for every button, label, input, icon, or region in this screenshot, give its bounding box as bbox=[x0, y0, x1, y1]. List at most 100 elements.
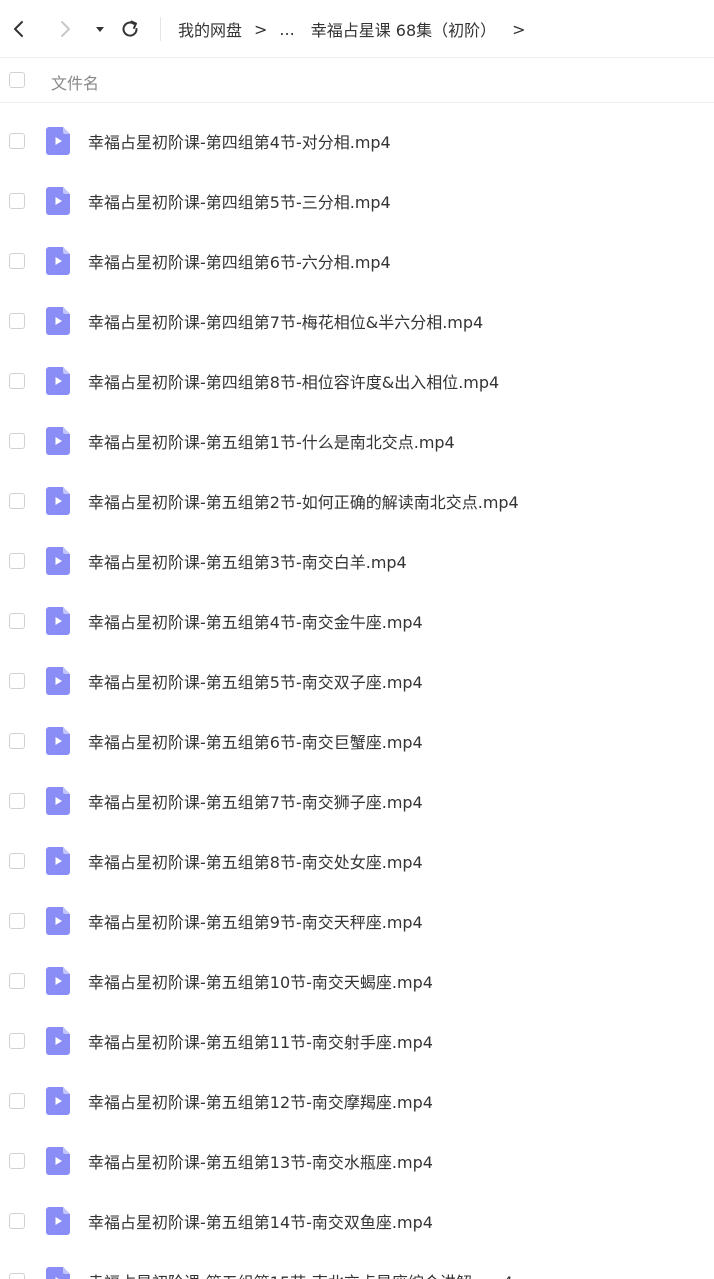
file-row-checkbox[interactable] bbox=[9, 853, 25, 869]
file-row[interactable]: 幸福占星初阶课-第四组第3节-合相.mp4 bbox=[0, 103, 714, 111]
file-row[interactable]: 幸福占星初阶课-第五组第8节-南交处女座.mp4 bbox=[0, 831, 714, 891]
file-name: 幸福占星初阶课-第五组第2节-如何正确的解读南北交点.mp4 bbox=[88, 493, 519, 512]
file-row-checkbox[interactable] bbox=[9, 673, 25, 689]
file-row[interactable]: 幸福占星初阶课-第五组第9节-南交天秤座.mp4 bbox=[0, 891, 714, 951]
chevron-right-icon bbox=[61, 21, 70, 37]
file-name: 幸福占星初阶课-第五组第15节-南北交点星座综合讲解.mp4 bbox=[88, 1269, 513, 1279]
video-file-icon bbox=[46, 1147, 70, 1175]
video-file-icon bbox=[46, 967, 70, 995]
file-name: 幸福占星初阶课-第四组第8节-相位容许度&出入相位.mp4 bbox=[88, 373, 500, 392]
file-row[interactable]: 幸福占星初阶课-第五组第1节-什么是南北交点.mp4 bbox=[0, 411, 714, 471]
breadcrumb: 我的网盘 > ... 幸福占星课 68集（初阶） > bbox=[178, 0, 526, 58]
file-row-checkbox[interactable] bbox=[9, 913, 25, 929]
video-file-icon bbox=[46, 487, 70, 515]
file-row-checkbox[interactable] bbox=[9, 433, 25, 449]
file-name: 幸福占星初阶课-第五组第6节-南交巨蟹座.mp4 bbox=[88, 733, 423, 752]
file-row[interactable]: 幸福占星初阶课-第四组第7节-梅花相位&半六分相.mp4 bbox=[0, 291, 714, 351]
file-row[interactable]: 幸福占星初阶课-第五组第2节-如何正确的解读南北交点.mp4 bbox=[0, 471, 714, 531]
file-name: 幸福占星初阶课-第五组第4节-南交金牛座.mp4 bbox=[88, 613, 423, 632]
file-row-checkbox[interactable] bbox=[9, 733, 25, 749]
file-name: 幸福占星初阶课-第四组第7节-梅花相位&半六分相.mp4 bbox=[88, 313, 484, 332]
file-row[interactable]: 幸福占星初阶课-第五组第10节-南交天蝎座.mp4 bbox=[0, 951, 714, 1011]
breadcrumb-current-folder[interactable]: 幸福占星课 68集（初阶） bbox=[311, 17, 496, 41]
refresh-button[interactable] bbox=[114, 13, 146, 45]
video-file-icon bbox=[46, 307, 70, 335]
select-all-checkbox[interactable] bbox=[9, 72, 25, 88]
file-name: 幸福占星初阶课-第五组第7节-南交狮子座.mp4 bbox=[88, 793, 423, 812]
caret-down-icon bbox=[96, 27, 104, 32]
refresh-icon bbox=[122, 20, 138, 37]
video-file-icon bbox=[46, 1207, 70, 1235]
breadcrumb-root[interactable]: 我的网盘 bbox=[178, 17, 242, 41]
file-row[interactable]: 幸福占星初阶课-第五组第5节-南交双子座.mp4 bbox=[0, 651, 714, 711]
video-file-icon bbox=[46, 127, 70, 155]
file-name: 幸福占星初阶课-第四组第6节-六分相.mp4 bbox=[88, 253, 391, 272]
file-row-checkbox[interactable] bbox=[9, 133, 25, 149]
breadcrumb-trail-arrow[interactable]: > bbox=[512, 20, 525, 39]
file-row[interactable]: 幸福占星初阶课-第四组第4节-对分相.mp4 bbox=[0, 111, 714, 171]
file-name: 幸福占星初阶课-第四组第4节-对分相.mp4 bbox=[88, 133, 391, 152]
video-file-icon bbox=[46, 607, 70, 635]
file-row-checkbox[interactable] bbox=[9, 553, 25, 569]
video-file-icon bbox=[46, 1027, 70, 1055]
file-row[interactable]: 幸福占星初阶课-第五组第12节-南交摩羯座.mp4 bbox=[0, 1071, 714, 1131]
video-file-icon bbox=[46, 727, 70, 755]
file-row[interactable]: 幸福占星初阶课-第五组第3节-南交白羊.mp4 bbox=[0, 531, 714, 591]
file-row-checkbox[interactable] bbox=[9, 313, 25, 329]
breadcrumb-separator: > bbox=[254, 19, 268, 39]
file-name: 幸福占星初阶课-第五组第13节-南交水瓶座.mp4 bbox=[88, 1153, 433, 1172]
file-name: 幸福占星初阶课-第五组第8节-南交处女座.mp4 bbox=[88, 853, 423, 872]
toolbar-divider bbox=[160, 17, 161, 41]
file-row[interactable]: 幸福占星初阶课-第五组第13节-南交水瓶座.mp4 bbox=[0, 1131, 714, 1191]
file-row-checkbox[interactable] bbox=[9, 193, 25, 209]
file-row-checkbox[interactable] bbox=[9, 493, 25, 509]
file-row-checkbox[interactable] bbox=[9, 1153, 25, 1169]
file-row-checkbox[interactable] bbox=[9, 1213, 25, 1229]
video-file-icon bbox=[46, 427, 70, 455]
file-name: 幸福占星初阶课-第五组第3节-南交白羊.mp4 bbox=[88, 553, 407, 572]
file-list-content: 幸福占星初阶课-第四组第3节-合相.mp4 幸福占星初阶课-第四组第4节-对分相.… bbox=[0, 103, 714, 1279]
video-file-icon bbox=[46, 247, 70, 275]
file-name: 幸福占星初阶课-第五组第1节-什么是南北交点.mp4 bbox=[88, 433, 455, 452]
file-row[interactable]: 幸福占星初阶课-第五组第15节-南北交点星座综合讲解.mp4 bbox=[0, 1251, 714, 1279]
file-row[interactable]: 幸福占星初阶课-第四组第8节-相位容许度&出入相位.mp4 bbox=[0, 351, 714, 411]
file-row-checkbox[interactable] bbox=[9, 613, 25, 629]
file-row[interactable]: 幸福占星初阶课-第五组第14节-南交双鱼座.mp4 bbox=[0, 1191, 714, 1251]
video-file-icon bbox=[46, 787, 70, 815]
file-name: 幸福占星初阶课-第五组第11节-南交射手座.mp4 bbox=[88, 1033, 433, 1052]
video-file-icon bbox=[46, 1267, 70, 1279]
file-row[interactable]: 幸福占星初阶课-第四组第6节-六分相.mp4 bbox=[0, 231, 714, 291]
history-dropdown-button[interactable] bbox=[88, 13, 112, 45]
video-file-icon bbox=[46, 667, 70, 695]
video-file-icon bbox=[46, 547, 70, 575]
file-name: 幸福占星初阶课-第四组第5节-三分相.mp4 bbox=[88, 193, 391, 212]
file-row[interactable]: 幸福占星初阶课-第五组第6节-南交巨蟹座.mp4 bbox=[0, 711, 714, 771]
chevron-left-icon bbox=[14, 21, 23, 37]
file-row-checkbox[interactable] bbox=[9, 373, 25, 389]
file-row-checkbox[interactable] bbox=[9, 1093, 25, 1109]
file-row-checkbox[interactable] bbox=[9, 793, 25, 809]
forward-button[interactable] bbox=[49, 13, 81, 45]
video-file-icon bbox=[46, 187, 70, 215]
video-file-icon bbox=[46, 367, 70, 395]
file-list[interactable]: 幸福占星初阶课-第四组第3节-合相.mp4 幸福占星初阶课-第四组第4节-对分相.… bbox=[0, 103, 714, 1279]
file-row[interactable]: 幸福占星初阶课-第五组第4节-南交金牛座.mp4 bbox=[0, 591, 714, 651]
name-column-header[interactable]: 文件名 bbox=[51, 70, 99, 94]
file-name: 幸福占星初阶课-第五组第12节-南交摩羯座.mp4 bbox=[88, 1093, 433, 1112]
file-row-checkbox[interactable] bbox=[9, 1273, 25, 1279]
video-file-icon bbox=[46, 1087, 70, 1115]
file-row[interactable]: 幸福占星初阶课-第四组第5节-三分相.mp4 bbox=[0, 171, 714, 231]
file-name: 幸福占星初阶课-第五组第10节-南交天蝎座.mp4 bbox=[88, 973, 433, 992]
video-file-icon bbox=[46, 847, 70, 875]
list-header: 文件名 bbox=[0, 58, 714, 103]
file-row-checkbox[interactable] bbox=[9, 1033, 25, 1049]
file-name: 幸福占星初阶课-第五组第5节-南交双子座.mp4 bbox=[88, 673, 423, 692]
toolbar: 我的网盘 > ... 幸福占星课 68集（初阶） > bbox=[0, 0, 714, 58]
file-row[interactable]: 幸福占星初阶课-第五组第7节-南交狮子座.mp4 bbox=[0, 771, 714, 831]
file-row-checkbox[interactable] bbox=[9, 973, 25, 989]
file-name: 幸福占星初阶课-第五组第9节-南交天秤座.mp4 bbox=[88, 913, 423, 932]
file-row[interactable]: 幸福占星初阶课-第五组第11节-南交射手座.mp4 bbox=[0, 1011, 714, 1071]
file-row-checkbox[interactable] bbox=[9, 253, 25, 269]
back-button[interactable] bbox=[3, 13, 35, 45]
breadcrumb-ellipsis[interactable]: ... bbox=[279, 20, 294, 39]
